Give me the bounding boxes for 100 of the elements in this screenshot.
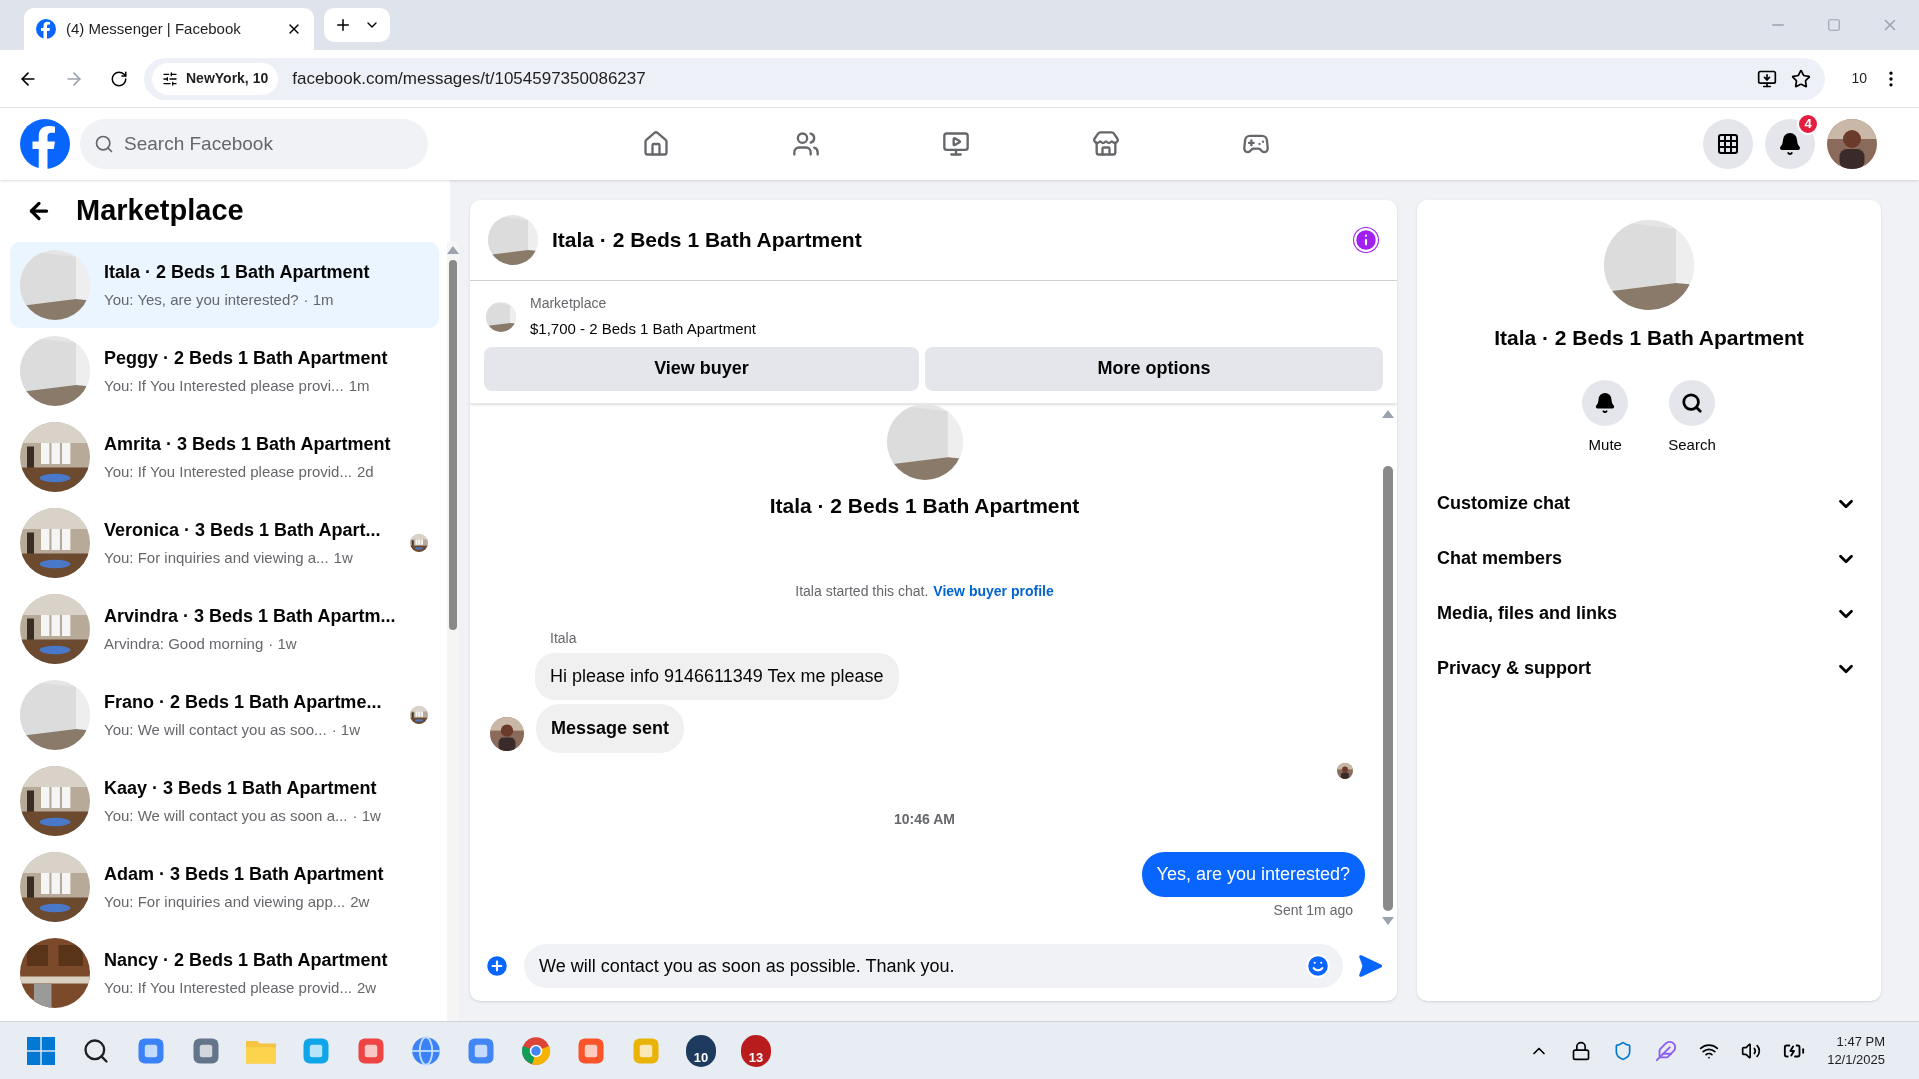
globe-icon[interactable] xyxy=(411,1035,441,1066)
conversation-item[interactable]: Amrita · 3 Beds 1 Bath Apartment You: If You Interested please provid... 2d xyxy=(10,414,440,500)
conversation-title: Veronica · 3 Beds 1 Bath Apart... xyxy=(104,518,382,542)
new-tab-button[interactable] xyxy=(324,8,390,42)
message-preview: You: We will contact you as soo... xyxy=(104,719,327,740)
message-bubble: Message sent xyxy=(536,704,685,753)
volume-icon[interactable] xyxy=(1741,1040,1762,1061)
bell-icon xyxy=(1778,132,1802,156)
profile-count[interactable]: 10 xyxy=(1851,68,1867,89)
section-header[interactable]: Customize chat xyxy=(1437,476,1861,531)
conversation-item[interactable]: Peggy · 2 Beds 1 Bath Apartment You: If You Interested please provi... 1m xyxy=(10,328,440,414)
plus-icon[interactable] xyxy=(334,16,352,34)
clock-time[interactable]: 1:47 PM xyxy=(1836,1032,1885,1051)
listing-label: Marketplace xyxy=(530,294,608,313)
bell-icon xyxy=(1594,391,1617,414)
friends-icon[interactable] xyxy=(792,130,820,158)
sidebar-title: Marketplace xyxy=(76,193,244,229)
message-time: · 1w xyxy=(268,633,297,654)
conversation-title: Amrita · 3 Beds 1 Bath Apartment xyxy=(104,432,392,456)
clock-date[interactable]: 12/1/2025 xyxy=(1827,1050,1885,1069)
conversation-item[interactable]: Frano · 2 Beds 1 Bath Apartme... You: We will contact you as soo... · 1w xyxy=(10,672,440,758)
action-label: Mute xyxy=(1588,434,1622,455)
message-time: 2w xyxy=(350,891,370,912)
app-icon[interactable]: 13 xyxy=(741,1034,771,1067)
message-preview: You: For inquiries and viewing a... xyxy=(104,547,329,568)
conversation-item[interactable]: Kaay · 3 Beds 1 Bath Apartment You: We will contact you as soon a... · 1w xyxy=(10,758,440,844)
timestamp: 10:46 AM xyxy=(894,810,955,829)
message-time: · 1w xyxy=(331,719,360,740)
message-preview: You: We will contact you as soon a... xyxy=(104,805,348,826)
shield-icon[interactable] xyxy=(1613,1040,1634,1061)
search-icon xyxy=(1681,391,1703,414)
conversation-title: Frano · 2 Beds 1 Bath Apartme... xyxy=(104,690,383,714)
bookmark-icon[interactable] xyxy=(1791,68,1812,89)
lock-icon[interactable] xyxy=(1571,1040,1592,1061)
conversation-title: Kaay · 3 Beds 1 Bath Apartment xyxy=(104,776,378,800)
message-preview: You: For inquiries and viewing app... xyxy=(104,891,346,912)
conversation-item[interactable]: Veronica · 3 Beds 1 Bath Apart... You: For inquiries and viewing a... 1w xyxy=(10,500,440,586)
message-preview: You: If You Interested please provid... xyxy=(104,977,352,998)
buyer-profile-link[interactable]: View buyer profile xyxy=(933,581,1054,602)
conversation-title: Itala · 2 Beds 1 Bath Apartment xyxy=(104,260,371,284)
store-icon[interactable] xyxy=(1092,130,1120,158)
install-icon[interactable] xyxy=(1757,68,1778,89)
conversation-title: Arvindra · 3 Beds 1 Bath Apartm... xyxy=(104,604,396,628)
conversation-title: Nancy · 2 Beds 1 Bath Apartment xyxy=(104,948,389,972)
site-settings-icon[interactable] xyxy=(162,70,178,87)
menu-button[interactable] xyxy=(1703,119,1753,169)
intro-text: Itala started this chat. xyxy=(795,582,929,601)
action-button[interactable]: More options xyxy=(925,346,1383,391)
search-field[interactable]: Search Facebook xyxy=(80,119,428,169)
message-field[interactable]: We will contact you as soon as possible. Thank you. xyxy=(524,944,1343,988)
url-text: facebook.com/messages/t/1054597350086237 xyxy=(292,67,647,90)
listing-title: $1,700 - 2 Beds 1 Bath Apartment xyxy=(530,319,756,339)
message-preview: You: Yes, are you interested? xyxy=(104,289,299,310)
details-title: Itala · 2 Beds 1 Bath Apartment xyxy=(1494,325,1804,351)
tab-title: (4) Messenger | Facebook xyxy=(66,18,242,39)
search-button[interactable] xyxy=(1669,379,1715,426)
sender-name: Itala xyxy=(550,629,578,648)
logo-icon[interactable] xyxy=(20,119,70,169)
message-time: 1w xyxy=(333,547,353,568)
reload-icon[interactable] xyxy=(110,69,128,88)
section-header[interactable]: Media, files and links xyxy=(1437,586,1861,641)
site-info-chip[interactable]: NewYork, 10 xyxy=(152,62,279,95)
conversation-title: Adam · 3 Beds 1 Bath Apartment xyxy=(104,862,385,886)
browser-icon[interactable] xyxy=(521,1035,551,1066)
message-time: 2w xyxy=(356,977,377,998)
search-icon[interactable] xyxy=(82,1036,110,1065)
grid-icon xyxy=(1716,132,1740,156)
send-icon[interactable] xyxy=(1357,953,1383,979)
message-time: · 1w xyxy=(352,805,381,826)
app-icon[interactable]: 10 xyxy=(686,1034,716,1067)
action-button[interactable]: View buyer xyxy=(484,346,919,391)
message-time: 1m xyxy=(348,375,370,396)
message-time: · 1m xyxy=(303,289,334,310)
action-label: Search xyxy=(1668,434,1716,455)
scrollbar[interactable] xyxy=(447,242,460,1021)
section-header[interactable]: Privacy & support xyxy=(1437,641,1861,696)
start-icon[interactable] xyxy=(27,1036,55,1065)
conversation-item[interactable]: Arvindra · 3 Beds 1 Bath Apartm... Arvindra: Good morning · 1w xyxy=(10,586,440,672)
message-bubble: Yes, are you interested? xyxy=(1141,852,1365,897)
conversation-item[interactable]: Adam · 3 Beds 1 Bath Apartment You: For inquiries and viewing app... 2w xyxy=(10,844,440,930)
conversation-item[interactable]: Nancy · 2 Beds 1 Bath Apartment You: If You Interested please provid... 2w xyxy=(10,930,440,1016)
info-button[interactable] xyxy=(1353,227,1379,253)
message-bubble: Hi please info 9146611349 Tex me please xyxy=(535,653,899,700)
chat-title: Itala · 2 Beds 1 Bath Apartment xyxy=(552,227,863,254)
section-header[interactable]: Chat members xyxy=(1437,531,1861,586)
message-preview: You: If You Interested please provi... xyxy=(104,375,344,396)
conversation-title: Peggy · 2 Beds 1 Bath Apartment xyxy=(104,346,389,370)
search-icon xyxy=(94,134,114,154)
favicon-icon xyxy=(36,19,56,39)
message-preview: You: If You Interested please provid... xyxy=(104,461,352,482)
notification-badge: 4 xyxy=(1797,113,1819,135)
conversation-item[interactable]: Itala · 2 Beds 1 Bath Apartment You: Yes, are you interested? · 1m xyxy=(10,242,440,328)
message-status: Sent 1m ago xyxy=(1273,901,1353,920)
address-bar[interactable]: NewYork, 10 facebook.com/messages/t/1054597350086237 xyxy=(144,57,1826,100)
home-icon[interactable] xyxy=(642,130,670,158)
browser-tab[interactable]: (4) Messenger | Facebook xyxy=(24,8,314,50)
intro-title: Itala · 2 Beds 1 Bath Apartment xyxy=(769,492,1080,519)
feather-icon[interactable] xyxy=(1655,1039,1678,1062)
add-icon[interactable] xyxy=(484,953,510,979)
video-icon[interactable] xyxy=(942,130,970,158)
